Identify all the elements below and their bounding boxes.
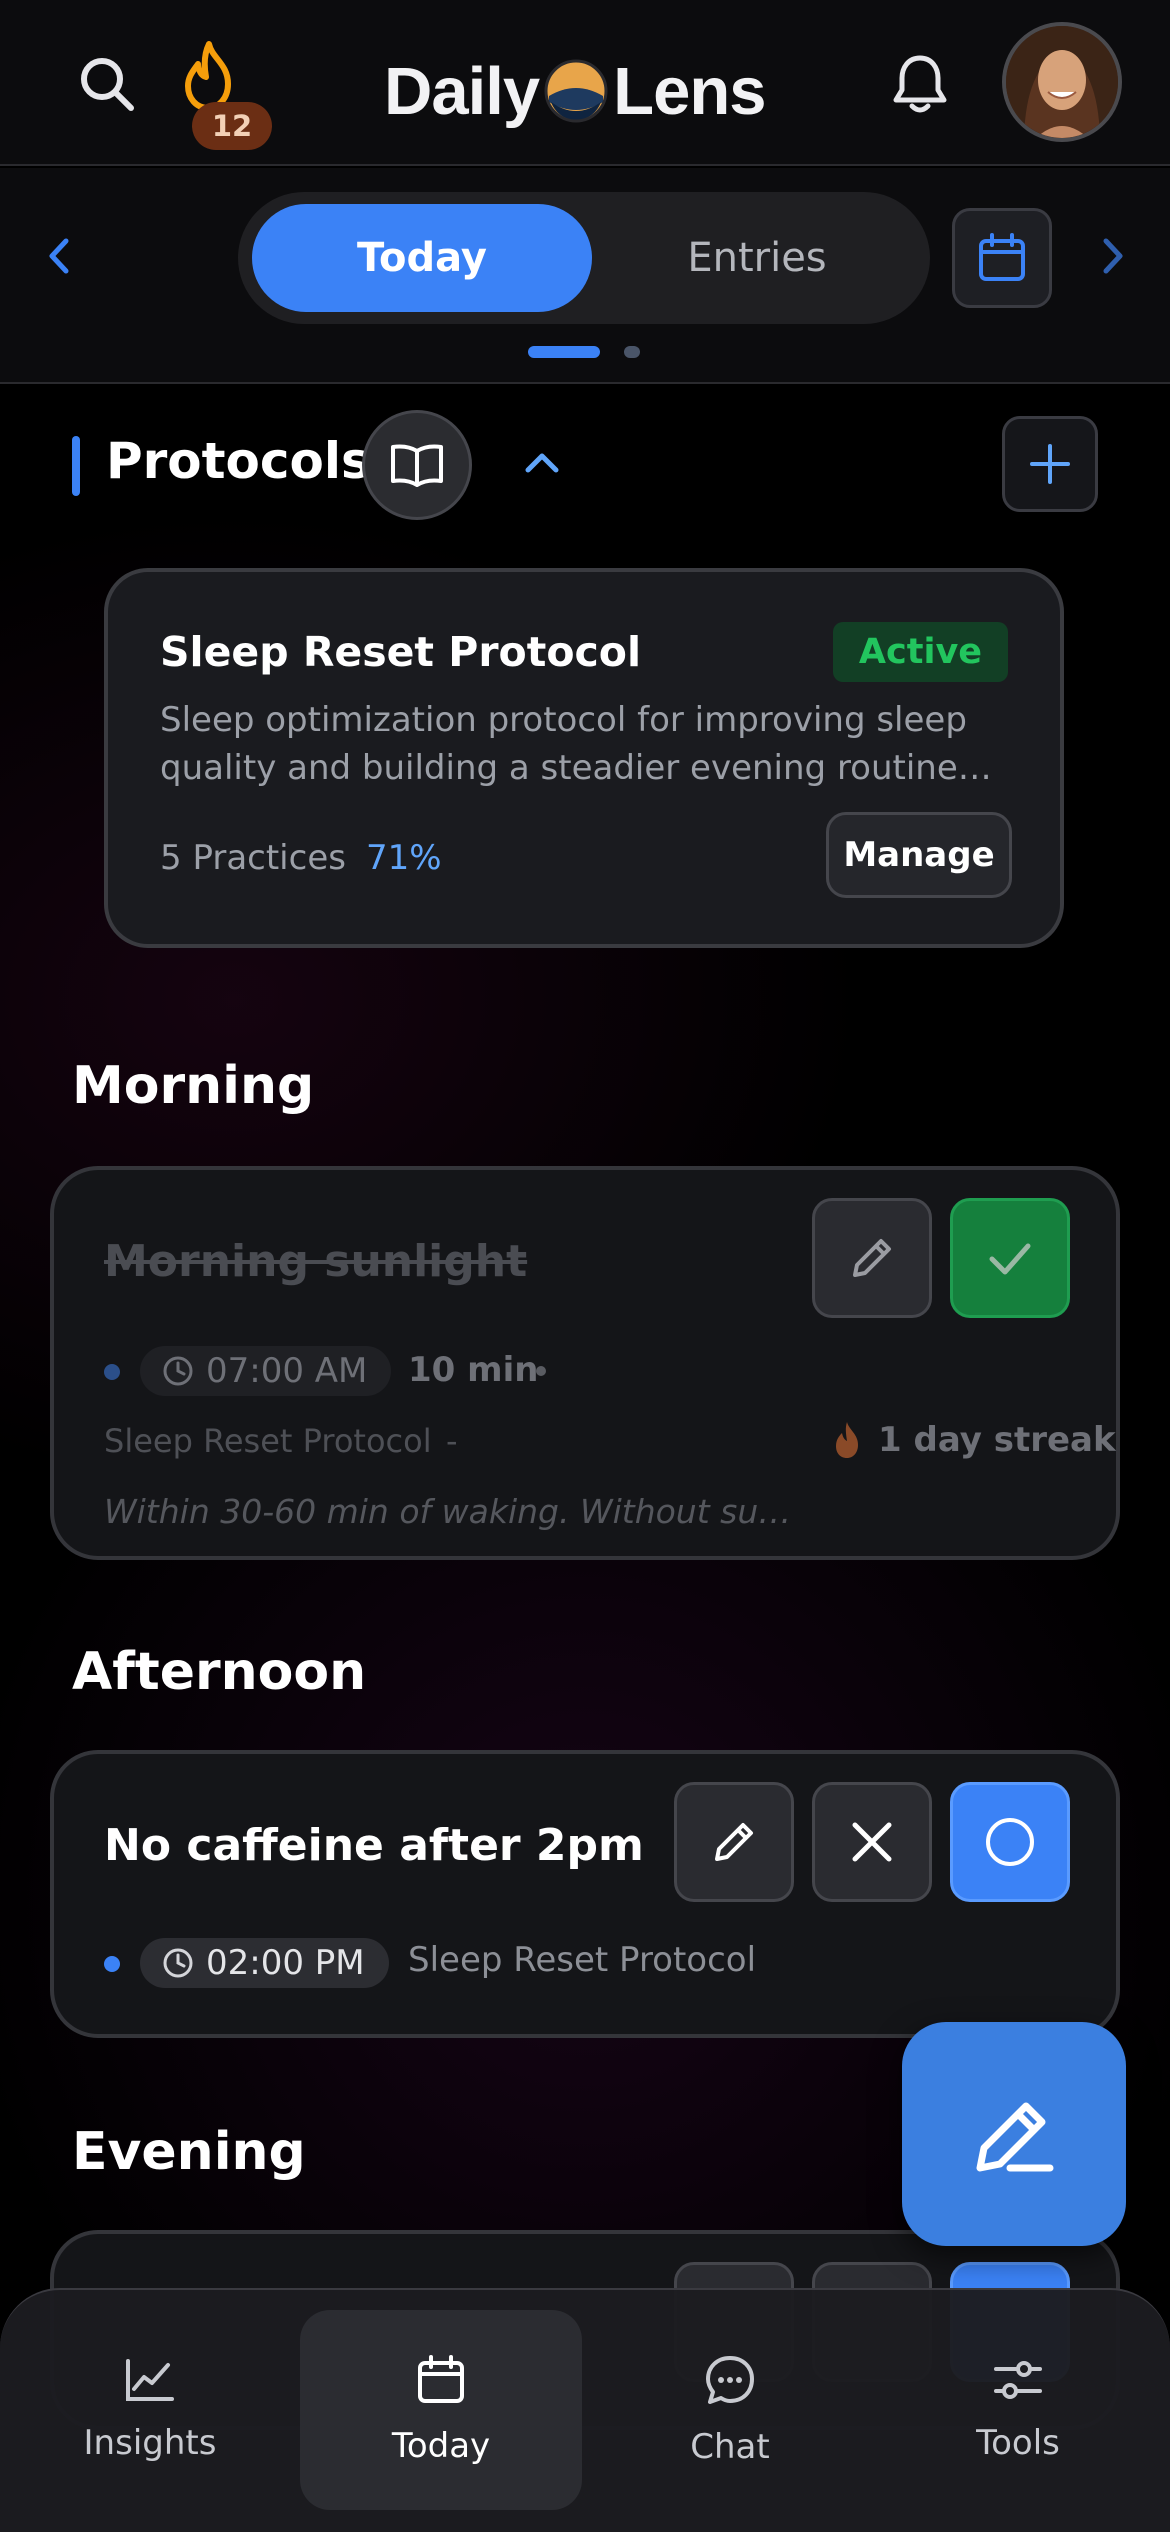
profile-avatar[interactable] (1002, 22, 1122, 142)
edit-task-button[interactable] (674, 1782, 794, 1902)
bell-icon (893, 55, 947, 113)
tab-today[interactable]: Today (252, 204, 592, 312)
task-protocol: Sleep Reset Protocol (104, 1422, 432, 1460)
protocol-title: Sleep Reset Protocol (160, 628, 642, 676)
streak-count-badge: 12 (192, 102, 272, 150)
complete-task-button[interactable] (950, 1198, 1070, 1318)
tab-label: Tools (976, 2423, 1060, 2463)
task-protocol: Sleep Reset Protocol (408, 1940, 757, 1980)
chevron-right-icon (1103, 238, 1123, 274)
app-header: 12 Daily Lens (0, 0, 1170, 166)
streak-label: 1 day streak (878, 1420, 1116, 1460)
time-chip: 07:00 AM (140, 1346, 392, 1396)
task-duration: 10 min (408, 1350, 539, 1390)
search-icon (81, 58, 134, 111)
plus-icon (1030, 444, 1070, 484)
tab-label: Chat (690, 2427, 770, 2467)
protocol-description: Sleep optimization protocol for improvin… (160, 700, 967, 788)
lens-logo-icon (544, 59, 608, 123)
chat-bubble-icon (706, 2356, 754, 2404)
task-card-morning-sunlight[interactable]: Morning sunlight 07:00 AM 10 min Sleep R… (50, 1166, 1120, 1560)
tab-tools[interactable]: Tools (918, 2310, 1118, 2510)
protocol-progress: 71% (366, 838, 442, 878)
status-dot (104, 1956, 120, 1972)
protocol-card[interactable]: Sleep Reset Protocol Active Sleep optimi… (104, 568, 1064, 948)
bottom-tab-bar: Insights Today Chat Tools (0, 2288, 1170, 2532)
search-button[interactable] (78, 55, 136, 113)
time-chip: 02:00 PM (140, 1938, 389, 1988)
app-logo: Daily Lens (384, 46, 767, 136)
user-photo-icon (1006, 26, 1118, 138)
section-heading-evening: Evening (72, 2122, 306, 2182)
task-note: Within 30-60 min of waking. Without su… (104, 1492, 792, 1531)
chevron-left-icon (49, 238, 69, 274)
meta-separator-dot (536, 1366, 546, 1376)
logo-text-left: Daily (384, 53, 540, 129)
sliders-icon (994, 2361, 1042, 2399)
add-protocol-button[interactable] (1002, 416, 1098, 512)
status-badge: Active (832, 622, 1008, 682)
tab-entries[interactable]: Entries (592, 204, 922, 312)
task-time: 07:00 AM (206, 1351, 368, 1391)
section-accent-bar (72, 436, 80, 496)
notifications-button[interactable] (890, 52, 950, 116)
page-indicator-active (528, 346, 600, 358)
checkmark-icon (989, 1243, 1031, 1275)
meta-separator: - (446, 1422, 458, 1460)
date-picker-button[interactable] (952, 208, 1052, 308)
close-icon (852, 1822, 892, 1862)
tab-label: Today (391, 2426, 491, 2466)
calendar-icon (979, 233, 1025, 281)
task-card-no-caffeine[interactable]: No caffeine after 2pm 02:00 PM Sleep Res… (50, 1750, 1120, 2038)
page-indicator (624, 346, 640, 358)
date-toolbar: Today Entries (0, 168, 1170, 384)
pencil-icon (853, 1239, 891, 1277)
next-day-button[interactable] (1092, 231, 1132, 281)
edit-task-button[interactable] (812, 1198, 932, 1318)
protocol-library-button[interactable] (362, 410, 472, 520)
protocols-heading: Protocols (106, 432, 371, 490)
chevron-up-icon (525, 453, 559, 473)
logo-text-right: Lens (613, 53, 766, 129)
manage-protocol-button[interactable]: Manage (826, 812, 1012, 898)
section-heading-afternoon: Afternoon (72, 1642, 367, 1702)
calendar-icon (418, 2355, 464, 2403)
new-entry-fab[interactable] (902, 2022, 1126, 2246)
chart-line-icon (126, 2359, 174, 2401)
tab-insights[interactable]: Insights (50, 2310, 250, 2510)
streak-flame-icon (836, 1422, 858, 1458)
previous-day-button[interactable] (40, 231, 80, 281)
tab-today-nav[interactable]: Today (300, 2310, 582, 2510)
tab-chat[interactable]: Chat (630, 2310, 830, 2510)
task-title: No caffeine after 2pm (104, 1820, 644, 1871)
pencil-icon (976, 2102, 1054, 2172)
circle-icon (986, 1818, 1034, 1866)
status-dot (104, 1364, 120, 1380)
practices-count: 5 Practices (160, 838, 346, 878)
task-title: Morning sunlight (104, 1236, 528, 1287)
complete-task-button[interactable] (950, 1782, 1070, 1902)
clock-icon (163, 1356, 193, 1386)
task-time: 02:00 PM (206, 1943, 365, 1983)
section-heading-morning: Morning (72, 1056, 315, 1116)
tab-label: Insights (83, 2423, 217, 2463)
clock-icon (163, 1948, 193, 1978)
book-open-icon (391, 444, 443, 487)
view-segmented-control: Today Entries (238, 192, 930, 324)
skip-task-button[interactable] (812, 1782, 932, 1902)
pencil-icon (715, 1823, 753, 1861)
collapse-protocols-button[interactable] (518, 440, 566, 488)
